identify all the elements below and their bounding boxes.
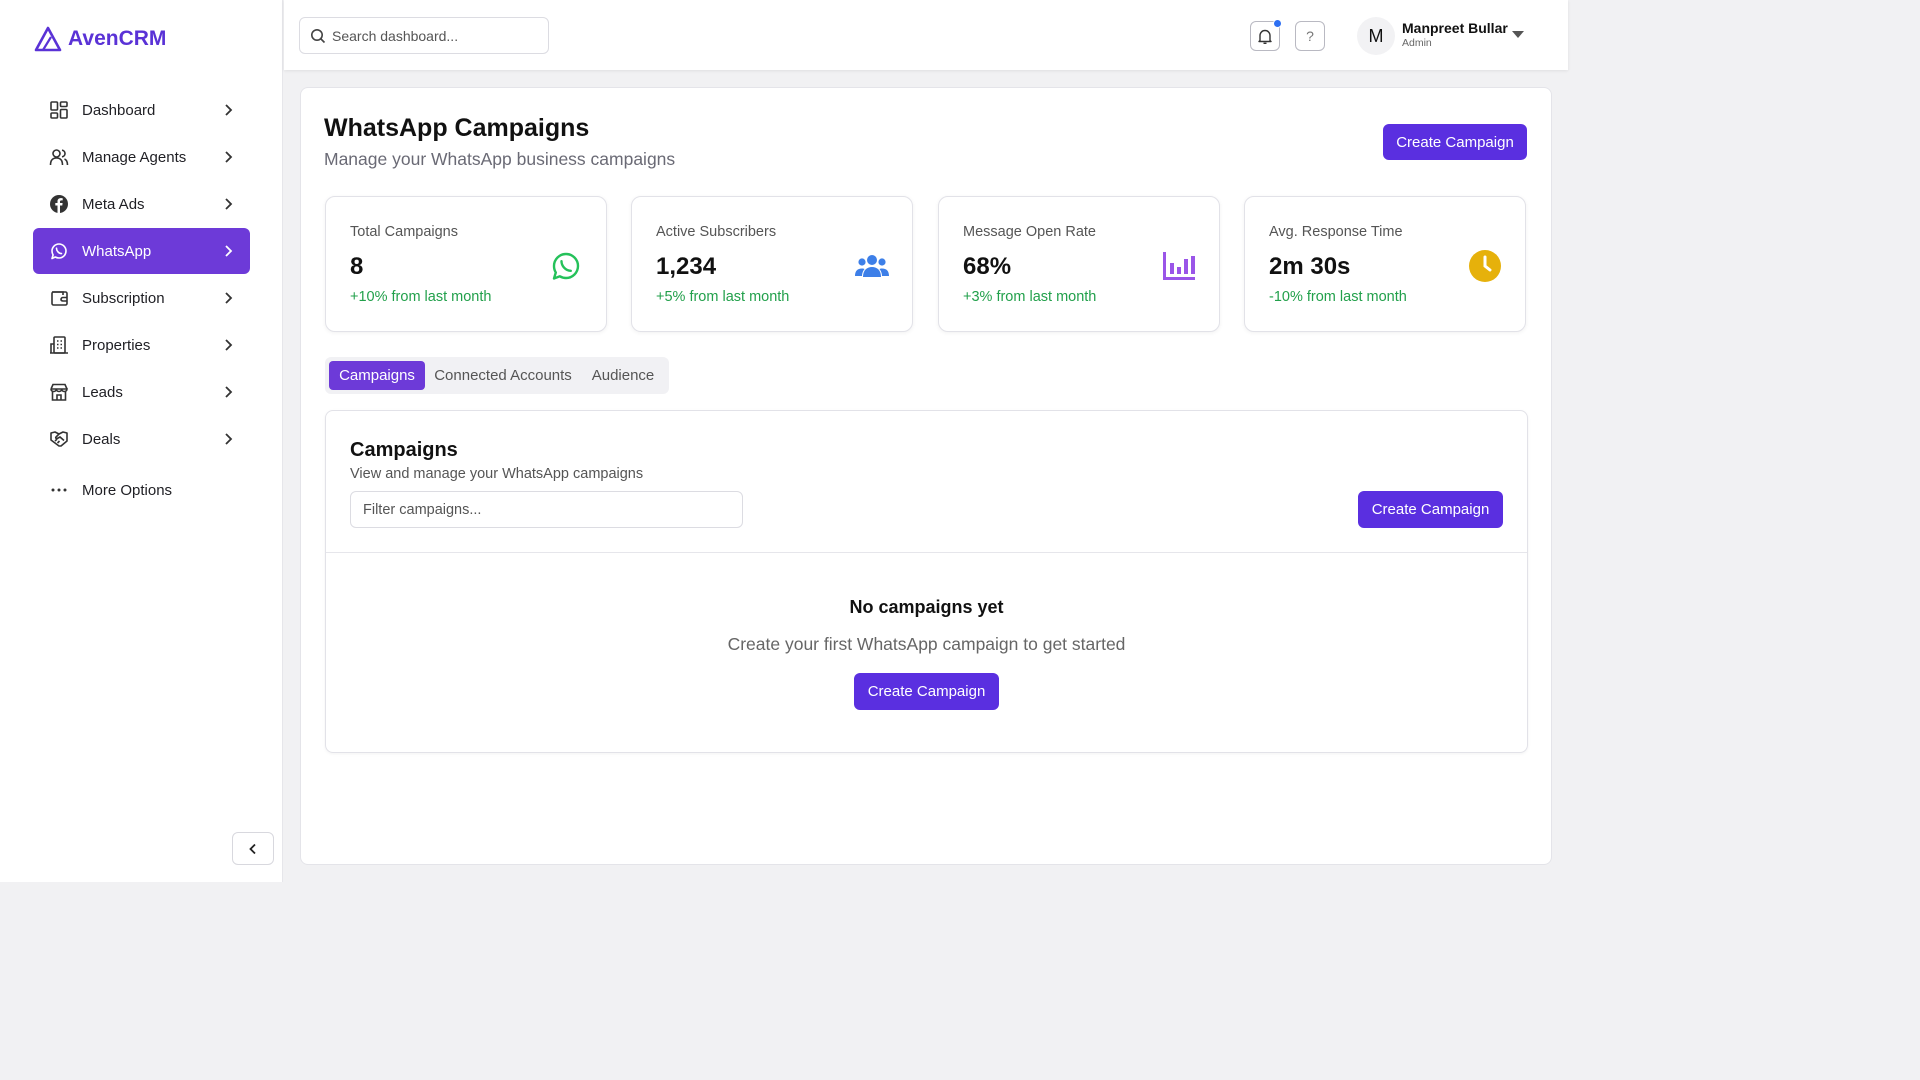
stat-value: 2m 30s	[1269, 253, 1351, 280]
sidebar-item-dashboard[interactable]: Dashboard	[33, 87, 250, 133]
store-icon	[50, 383, 68, 401]
grid-icon	[50, 101, 68, 119]
brand-name: AvenCRM	[68, 27, 167, 50]
sidebar-item-label: WhatsApp	[82, 242, 152, 260]
stat-value: 68%	[963, 253, 1012, 280]
stat-label: Total Campaigns	[350, 224, 458, 240]
chevron-right-icon	[225, 386, 233, 398]
filter-campaigns-input[interactable]	[350, 491, 743, 528]
stat-card-avg-response-time: Avg. Response Time 2m 30s -10% from last…	[1244, 196, 1526, 332]
create-campaign-panel-button[interactable]: Create Campaign	[1358, 491, 1503, 528]
tab-connected-accounts[interactable]: Connected Accounts	[429, 361, 577, 390]
sidebar-more-options[interactable]: More Options	[33, 467, 250, 513]
sidebar-item-manage-agents[interactable]: Manage Agents	[33, 134, 250, 180]
handshake-icon	[50, 431, 68, 447]
sidebar-item-whatsapp[interactable]: WhatsApp	[33, 228, 250, 274]
more-horizontal-icon	[51, 488, 67, 492]
chevron-right-icon	[225, 433, 233, 445]
tab-campaigns[interactable]: Campaigns	[329, 361, 425, 390]
whatsapp-icon	[549, 249, 583, 283]
notifications-button[interactable]	[1250, 19, 1282, 51]
stat-label: Message Open Rate	[963, 224, 1096, 240]
create-campaign-empty-button[interactable]: Create Campaign	[854, 673, 999, 710]
panel-subtitle: View and manage your WhatsApp campaigns	[350, 466, 644, 482]
chevron-right-icon	[225, 245, 233, 257]
users-icon	[49, 149, 69, 166]
chevron-right-icon	[225, 292, 233, 304]
campaign-tabs: Campaigns Connected Accounts Audience	[325, 357, 669, 394]
bar-chart-icon	[1162, 249, 1196, 283]
facebook-icon	[50, 195, 68, 213]
brand-logo[interactable]: AvenCRM	[34, 26, 166, 52]
user-role: Admin	[1402, 37, 1432, 49]
dashboard-search	[299, 17, 549, 54]
stat-change: -10% from last month	[1269, 289, 1407, 305]
user-menu-caret-icon[interactable]	[1512, 31, 1524, 38]
stat-change: +3% from last month	[963, 289, 1097, 305]
chevron-right-icon	[225, 104, 233, 116]
empty-state-subtitle: Create your first WhatsApp campaign to g…	[727, 634, 1126, 654]
chevron-right-icon	[225, 198, 233, 210]
sidebar-item-label: Deals	[82, 430, 121, 448]
help-button[interactable]: ?	[1295, 21, 1325, 51]
sidebar-item-meta-ads[interactable]: Meta Ads	[33, 181, 250, 227]
whatsapp-icon	[51, 243, 67, 260]
stat-value: 8	[350, 253, 364, 280]
sidebar-item-label: Meta Ads	[82, 195, 145, 213]
wallet-icon	[51, 291, 68, 306]
tab-audience[interactable]: Audience	[581, 361, 665, 390]
bell-icon	[1258, 29, 1272, 44]
stat-change: +5% from last month	[656, 289, 790, 305]
sidebar-item-label: Dashboard	[82, 101, 156, 119]
sidebar-item-label: Manage Agents	[82, 148, 187, 166]
chevron-right-icon	[225, 151, 233, 163]
user-name: Manpreet Bullar	[1402, 20, 1508, 36]
stat-card-message-open-rate: Message Open Rate 68% +3% from last mont…	[938, 196, 1220, 332]
sidebar-collapse-button[interactable]	[232, 832, 274, 865]
search-input[interactable]	[332, 18, 542, 53]
sidebar-item-label: Leads	[82, 383, 123, 401]
divider	[326, 552, 1527, 553]
panel-title: Campaigns	[350, 439, 458, 461]
search-icon	[311, 29, 326, 44]
stat-label: Avg. Response Time	[1269, 224, 1403, 240]
stat-card-active-subscribers: Active Subscribers 1,234 +5% from last m…	[631, 196, 913, 332]
sidebar-item-leads[interactable]: Leads	[33, 369, 250, 415]
sidebar-item-deals[interactable]: Deals	[33, 416, 250, 462]
sidebar-item-label: More Options	[82, 481, 173, 499]
page-subtitle: Manage your WhatsApp business campaigns	[324, 149, 676, 169]
stat-card-total-campaigns: Total Campaigns 8 +10% from last month	[325, 196, 607, 332]
users-icon	[855, 249, 889, 283]
stat-change: +10% from last month	[350, 289, 492, 305]
main-content: WhatsApp Campaigns Manage your WhatsApp …	[300, 87, 1552, 865]
chevron-right-icon	[225, 339, 233, 351]
empty-state-title: No campaigns yet	[849, 597, 1004, 617]
building-icon	[50, 336, 68, 354]
sidebar-item-label: Properties	[82, 336, 151, 354]
sidebar-item-properties[interactable]: Properties	[33, 322, 250, 368]
create-campaign-header-button[interactable]: Create Campaign	[1383, 124, 1527, 160]
clock-icon	[1468, 249, 1502, 283]
stat-label: Active Subscribers	[656, 224, 777, 240]
chevron-left-icon	[249, 843, 256, 854]
notification-badge	[1273, 19, 1282, 28]
help-icon: ?	[1306, 28, 1314, 44]
sidebar-item-label: Subscription	[82, 289, 165, 307]
avatar[interactable]: M	[1357, 17, 1395, 55]
sidebar: AvenCRM Dashboard Manage Agents Meta Ads	[0, 0, 283, 882]
topbar: ? M Manpreet Bullar Admin	[284, 0, 1568, 70]
campaigns-panel: Campaigns View and manage your WhatsApp …	[325, 410, 1528, 753]
page-title: WhatsApp Campaigns	[324, 114, 590, 142]
aven-logo-icon	[34, 26, 62, 52]
sidebar-item-subscription[interactable]: Subscription	[33, 275, 250, 321]
stat-value: 1,234	[656, 253, 717, 280]
